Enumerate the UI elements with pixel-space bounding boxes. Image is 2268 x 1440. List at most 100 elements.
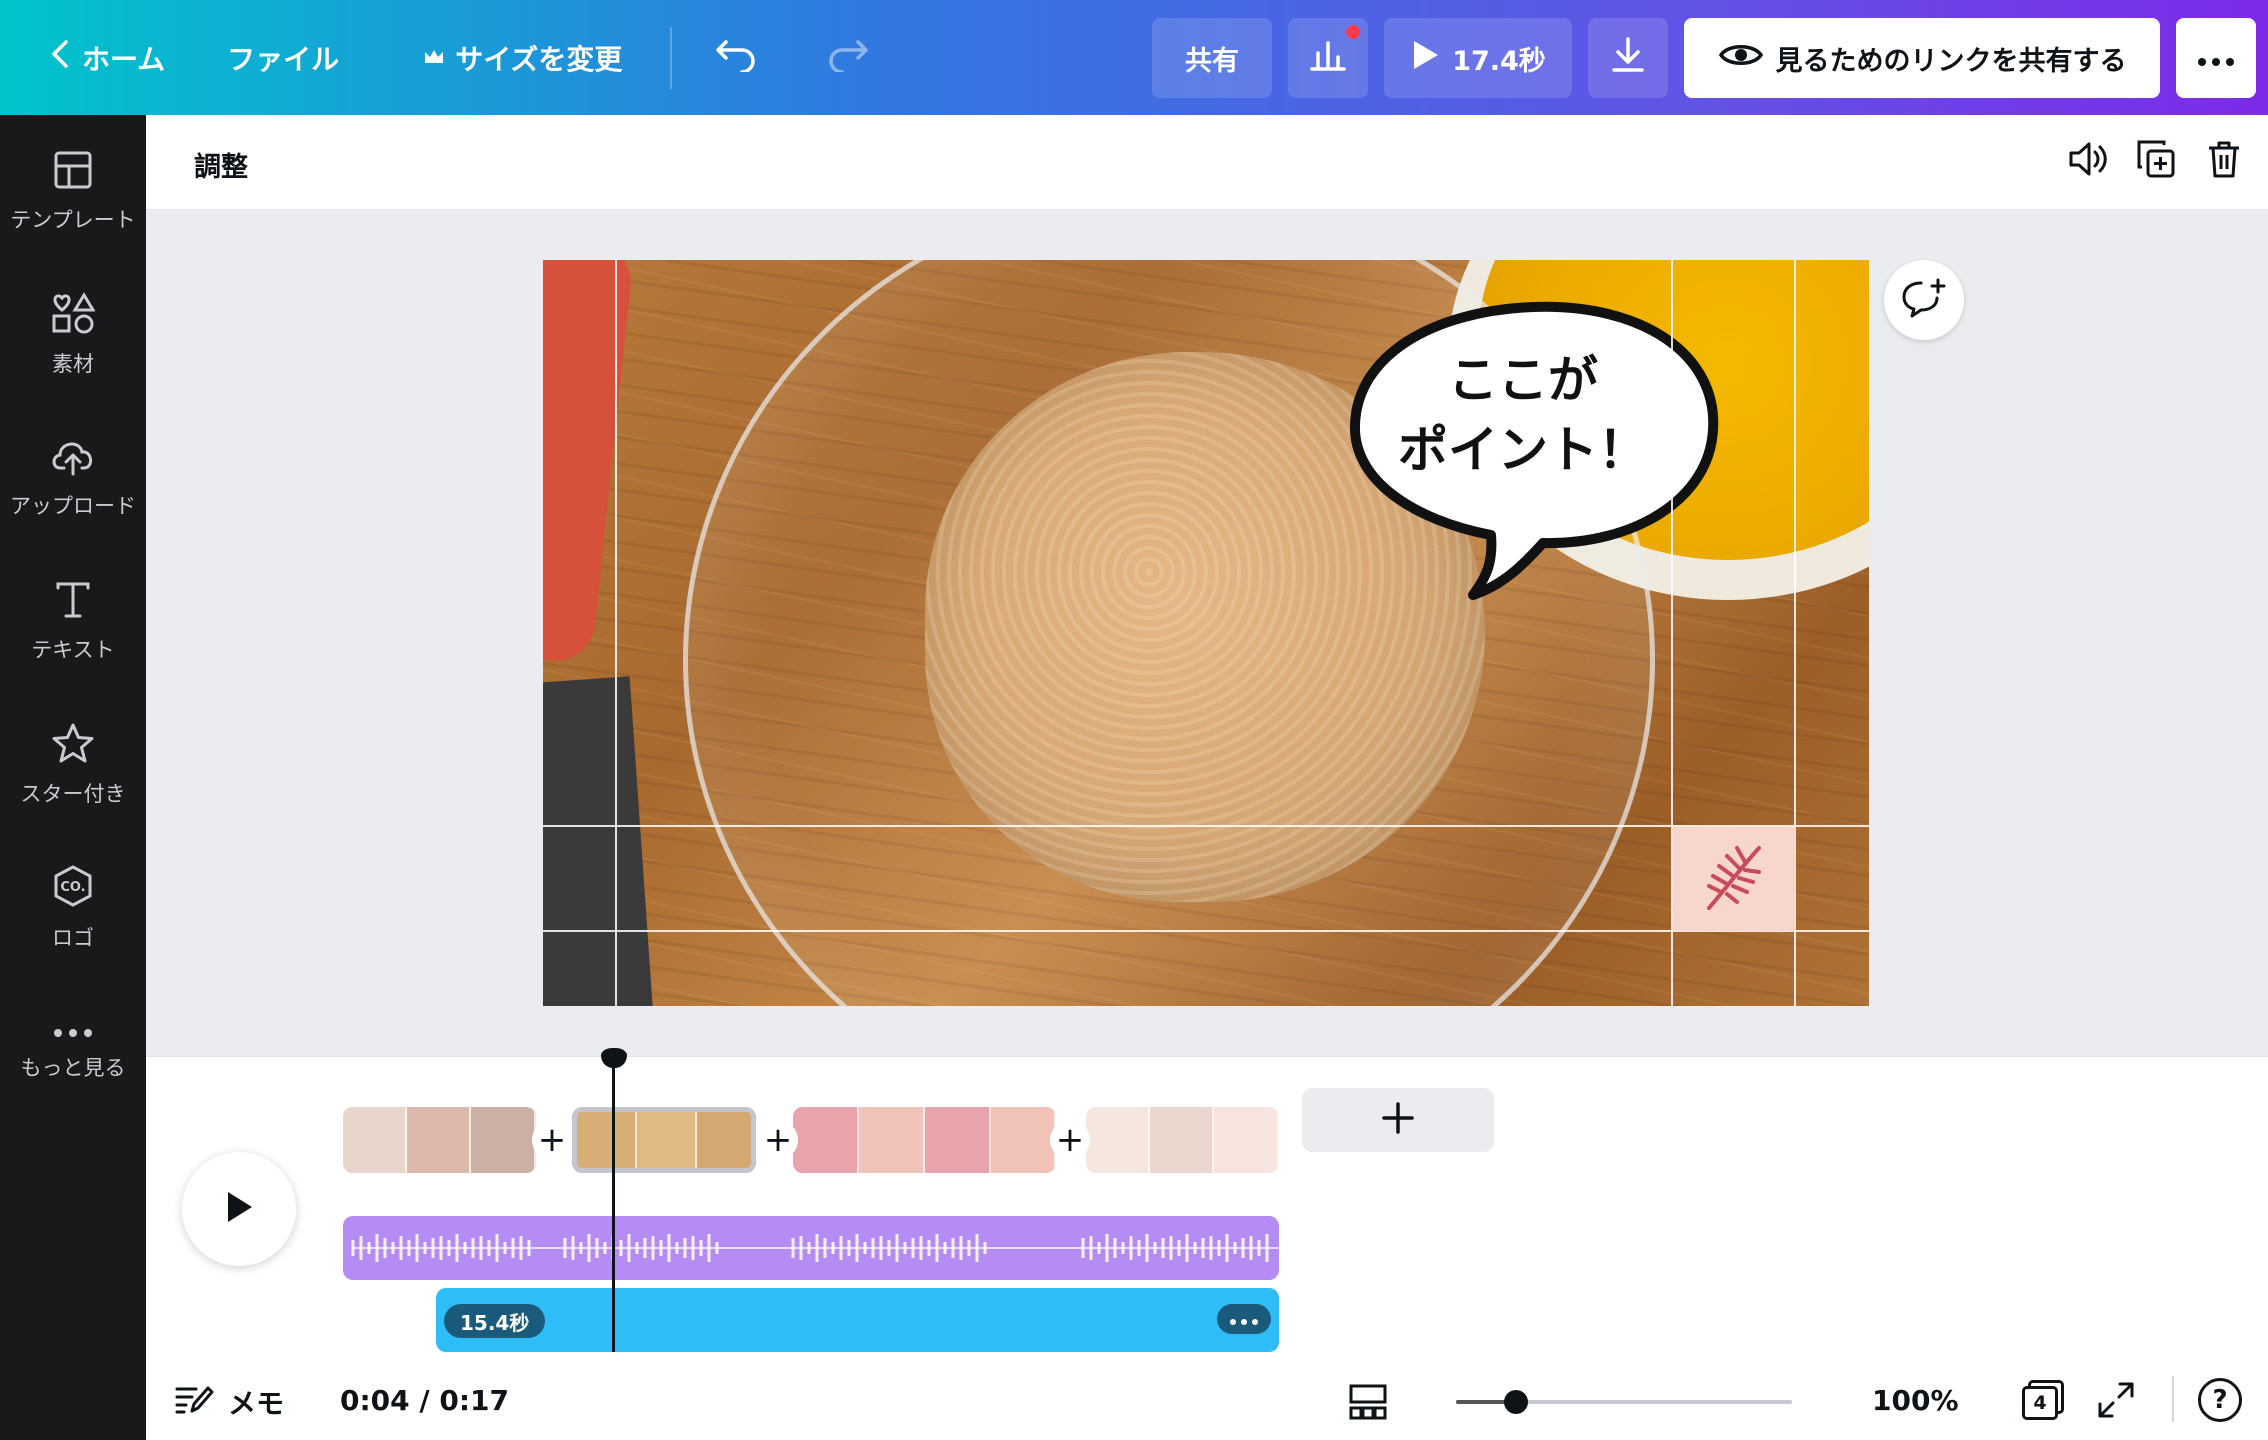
elements-icon (51, 292, 96, 338)
design-canvas[interactable]: ここが ポイント！ (543, 260, 1869, 1006)
template-icon (53, 150, 93, 194)
undo-button[interactable] (700, 20, 772, 96)
sidebar-item-label: もっと見る (20, 1055, 126, 1080)
plus-icon (1380, 1100, 1416, 1140)
share-button[interactable]: 共有 (1152, 18, 1272, 98)
music-duration-badge: 15.4秒 (444, 1304, 546, 1338)
music-track[interactable]: 15.4秒 (436, 1288, 1279, 1352)
trash-icon (2206, 139, 2242, 183)
clip-frame (637, 1112, 697, 1168)
clip-frame (1150, 1107, 1214, 1173)
play-icon (222, 1189, 256, 1229)
text-icon (53, 580, 93, 624)
play-icon (1410, 39, 1440, 78)
sidebar-item-label: テンプレート (10, 208, 136, 232)
timeline-clip-2-selected[interactable] (572, 1107, 756, 1173)
timeline-toggle-button[interactable] (1348, 1382, 1388, 1426)
ellipsis-icon (2196, 43, 2236, 74)
logo-icon: CO. (52, 864, 94, 912)
audio-waveform (351, 1234, 1279, 1262)
timeline-play-button[interactable] (182, 1152, 296, 1266)
sidebar-item-label: ロゴ (52, 926, 94, 950)
insights-button[interactable] (1288, 18, 1368, 98)
top-toolbar: ホーム ファイル サイズを変更 共有 17.4秒 見るためのリンクを共有する (0, 0, 2268, 115)
chevron-left-icon (48, 38, 72, 77)
clip-frame (991, 1107, 1056, 1173)
notes-label: メモ (228, 1387, 285, 1420)
audio-track[interactable] (343, 1216, 1279, 1280)
help-button[interactable]: ? (2198, 1378, 2242, 1422)
clip-frame (343, 1107, 407, 1173)
zoom-level[interactable]: 100% (1872, 1384, 1959, 1417)
sidebar-item-elements[interactable]: 素材 (0, 275, 146, 395)
add-page-button[interactable] (1302, 1088, 1494, 1152)
home-button[interactable]: ホーム (34, 20, 179, 96)
status-bar: メモ 0:04 / 0:17 100% 4 ? (146, 1362, 2268, 1440)
redo-button[interactable] (812, 20, 884, 96)
page-count-button[interactable]: 4 (2018, 1376, 2064, 1424)
timeline-clip-1[interactable] (343, 1107, 536, 1173)
clip-frame (577, 1112, 637, 1168)
timeline-clip-3[interactable] (793, 1107, 1056, 1173)
add-transition-button[interactable]: + (532, 1120, 572, 1160)
toolbar-divider (670, 26, 673, 89)
share-view-link-button[interactable]: 見るためのリンクを共有する (1684, 18, 2160, 98)
resize-label: サイズを変更 (455, 42, 623, 76)
file-label: ファイル (227, 42, 340, 76)
timeline-playhead[interactable] (612, 1062, 615, 1352)
duplicate-button[interactable] (2134, 137, 2178, 185)
timeline-view-icon (1348, 1384, 1388, 1426)
comment-plus-icon (1901, 277, 1947, 323)
clip-frame (859, 1107, 925, 1173)
sidebar-item-uploads[interactable]: アップロード (0, 418, 146, 538)
guide-line (615, 260, 617, 1006)
volume-button[interactable] (2066, 137, 2110, 185)
clip-frame (697, 1112, 751, 1168)
more-icon (53, 1023, 93, 1042)
expand-icon (2096, 1382, 2136, 1424)
left-sidebar: テンプレート 素材 アップロード テキスト スター付き CO. ロゴ もっと見る (0, 115, 146, 1440)
clip-frame (925, 1107, 991, 1173)
share-label: 共有 (1185, 45, 1239, 77)
context-toolbar: 調整 (146, 115, 2268, 210)
file-menu-button[interactable]: ファイル (213, 20, 353, 96)
add-transition-button[interactable]: + (758, 1120, 798, 1160)
more-options-button[interactable] (2176, 18, 2256, 98)
speech-bubble-text[interactable]: ここが ポイント！ (1393, 345, 1653, 485)
crown-icon (423, 41, 445, 74)
music-options-button[interactable] (1217, 1304, 1271, 1334)
clip-frame (471, 1107, 536, 1173)
download-button[interactable] (1588, 18, 1668, 98)
sidebar-item-label: 素材 (52, 352, 94, 376)
sidebar-item-label: テキスト (31, 638, 115, 662)
present-button[interactable]: 17.4秒 (1384, 18, 1572, 98)
notes-button[interactable]: メモ (174, 1382, 284, 1422)
add-transition-button[interactable]: + (1050, 1120, 1090, 1160)
resize-button[interactable]: サイズを変更 (409, 20, 636, 96)
clip-frame (1086, 1107, 1150, 1173)
sidebar-item-starred[interactable]: スター付き (0, 705, 146, 825)
bar-chart-icon (1308, 37, 1348, 80)
home-label: ホーム (82, 42, 166, 76)
eye-icon (1718, 40, 1764, 77)
adjust-button[interactable]: 調整 (194, 145, 248, 184)
sidebar-item-logos[interactable]: CO. ロゴ (0, 848, 146, 968)
sidebar-item-text[interactable]: テキスト (0, 562, 146, 682)
zoom-slider-handle[interactable] (1504, 1390, 1528, 1414)
clip-frame (1214, 1107, 1279, 1173)
redo-icon (826, 36, 870, 79)
guide-line (543, 930, 1869, 932)
notification-dot (1346, 25, 1360, 39)
sidebar-item-label: スター付き (20, 782, 126, 806)
add-comment-button[interactable] (1884, 260, 1964, 340)
leaf-sticker[interactable] (1673, 827, 1795, 931)
clip-frame (793, 1107, 859, 1173)
notes-icon (174, 1383, 214, 1422)
sidebar-item-templates[interactable]: テンプレート (0, 132, 146, 252)
delete-button[interactable] (2202, 137, 2246, 185)
duration-label: 17.4秒 (1452, 45, 1546, 77)
sidebar-item-more[interactable]: もっと見る (0, 992, 146, 1112)
upload-icon (50, 436, 96, 480)
timeline-clip-4[interactable] (1086, 1107, 1279, 1173)
fullscreen-button[interactable] (2096, 1380, 2136, 1424)
